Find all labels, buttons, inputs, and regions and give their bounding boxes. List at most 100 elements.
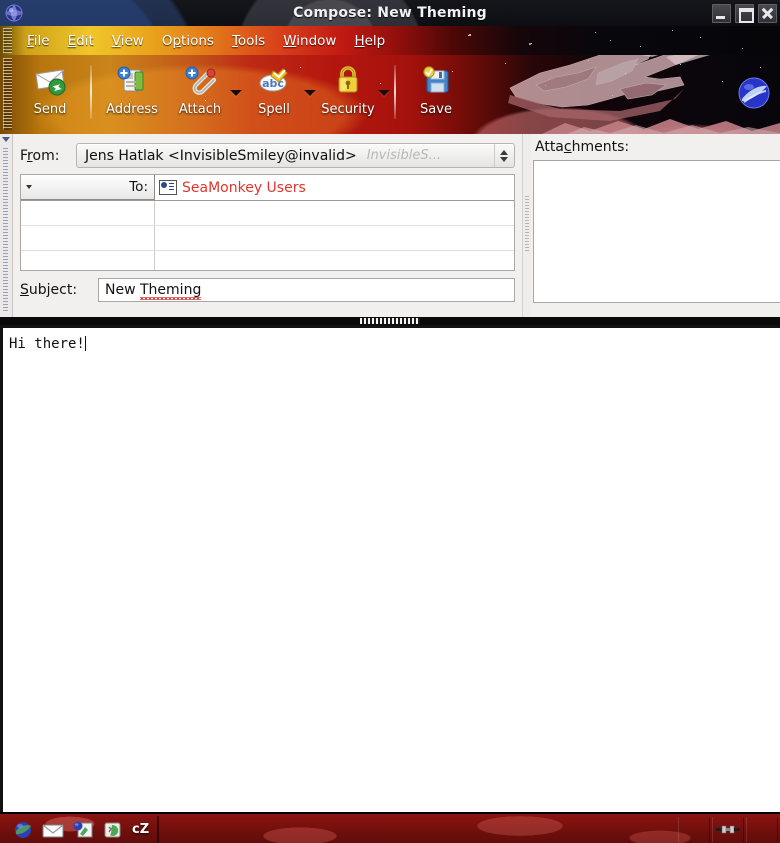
menu-label-options-rest: tions (181, 32, 214, 49)
menu-item-edit[interactable]: Edit (59, 31, 103, 51)
menu-item-help[interactable]: Help (345, 31, 394, 51)
recipient-value-1[interactable]: SeaMonkey Users (155, 175, 514, 200)
menu-item-view[interactable]: View (103, 31, 153, 51)
chevron-down-icon (26, 185, 32, 189)
recipient-type-selector-4[interactable] (21, 251, 155, 270)
taskbar-launchers: cZ (6, 816, 160, 843)
close-button[interactable] (758, 4, 777, 23)
subject-misspelled-word: Theming (140, 282, 202, 298)
recipient-row-2[interactable] (21, 201, 514, 226)
menu-item-list: File Edit View Options Tools Window Help (18, 26, 394, 55)
menu-item-window[interactable]: Window (274, 31, 345, 51)
spell-abc-icon: abc (259, 68, 288, 92)
toolbar-buttons: Send Address Attach abc Spell Security S… (16, 57, 470, 131)
message-body-text: Hi there! (9, 336, 85, 352)
text-caret (84, 336, 86, 351)
grippy-dots (3, 148, 8, 313)
chatzilla-icon[interactable] (102, 820, 124, 840)
mail-envelope-icon[interactable] (42, 820, 64, 840)
network-plug-icon (716, 825, 740, 834)
padlock-icon (338, 66, 358, 93)
recipient-row-1[interactable]: To: SeaMonkey Users (21, 175, 514, 201)
spell-button[interactable]: abc Spell (240, 57, 308, 129)
compose-toolbar: Send Address Attach abc Spell Security S… (0, 55, 780, 134)
toolbar-grippy[interactable] (3, 58, 12, 130)
menu-item-options[interactable]: Options (153, 31, 223, 51)
address-book-icon (117, 66, 144, 92)
recipient-type-label-1: To: (129, 179, 148, 195)
attach-button-label: Attach (178, 102, 222, 117)
recipient-type-selector-2[interactable] (21, 201, 155, 225)
recipient-type-selector-1[interactable]: To: (21, 175, 155, 200)
window-title: Compose: New Theming (293, 5, 487, 21)
attachments-pane: Attachments: (522, 134, 780, 317)
globe-blue-icon[interactable] (12, 820, 34, 840)
identity-spinner[interactable] (494, 144, 512, 167)
spell-button-label: Spell (258, 102, 290, 117)
collapse-triangle-icon (2, 137, 10, 142)
send-button[interactable]: Send (16, 57, 84, 129)
attach-button[interactable]: Attach (166, 57, 234, 129)
from-row: From: Jens Hatlak <InvisibleSmiley@inval… (20, 142, 515, 169)
recipient-name-1: SeaMonkey Users (182, 179, 306, 196)
minimize-button[interactable] (712, 4, 731, 23)
tray-cell-empty-2[interactable] (746, 817, 778, 842)
tray-cell-network[interactable] (712, 817, 744, 842)
save-button[interactable]: Save (402, 57, 470, 129)
body-splitter[interactable] (0, 317, 780, 325)
subject-row: Subject: New Theming (20, 277, 515, 303)
compose-window: Compose: New Theming File Edit View Opti… (0, 0, 780, 843)
maximize-button[interactable] (735, 4, 754, 23)
composer-icon[interactable] (72, 820, 94, 840)
save-button-label: Save (420, 102, 452, 117)
from-value: Jens Hatlak <InvisibleSmiley@invalid> (85, 147, 357, 164)
subject-field[interactable]: New Theming (98, 278, 515, 302)
desktop-taskbar: cZ (0, 812, 780, 843)
menu-label-tools-rest: ools (237, 32, 266, 49)
subject-value: New Theming (105, 282, 202, 298)
recipient-row-4[interactable] (21, 251, 514, 270)
from-field[interactable]: Jens Hatlak <InvisibleSmiley@invalid> In… (76, 143, 515, 168)
menu-label-window-rest: indow (296, 32, 337, 49)
taskbar-task-label[interactable]: cZ (132, 822, 149, 837)
attachments-label: Attachments: (535, 139, 630, 155)
menu-label-help-rest: elp (364, 32, 386, 49)
message-body-editor[interactable]: Hi there! (3, 328, 780, 812)
attachments-splitter-dots (525, 196, 529, 252)
menubar-grippy[interactable] (3, 28, 12, 53)
recipient-value-3[interactable] (155, 226, 514, 250)
recipient-value-2[interactable] (155, 201, 514, 225)
security-dropdown-arrow[interactable] (376, 57, 392, 129)
menu-item-tools[interactable]: Tools (223, 31, 274, 51)
attachments-splitter[interactable] (523, 134, 531, 317)
subject-label: Subject: (20, 282, 78, 298)
recipient-value-4[interactable] (155, 251, 514, 270)
security-button[interactable]: Security (314, 57, 382, 129)
attachments-list[interactable] (533, 160, 780, 303)
menu-label-view-rest: iew (120, 32, 144, 49)
address-button[interactable]: Address (98, 57, 166, 129)
send-envelope-icon (35, 69, 66, 96)
seamonkey-throbber-icon[interactable] (734, 73, 774, 113)
paperclip-icon (185, 66, 217, 95)
window-controls (712, 4, 777, 23)
title-bar: Compose: New Theming (0, 0, 780, 26)
menu-label-file-rest: ile (33, 32, 50, 49)
menu-item-file[interactable]: File (18, 31, 59, 51)
from-identity-ghost: InvisibleS... (366, 148, 441, 163)
floppy-save-icon (423, 66, 449, 93)
send-button-label: Send (33, 102, 67, 117)
recipient-row-3[interactable] (21, 226, 514, 251)
menu-label-edit-rest: dit (76, 32, 94, 49)
crystal-base-artwork (542, 119, 780, 134)
compose-fields: From: Jens Hatlak <InvisibleSmiley@inval… (12, 134, 520, 317)
message-body-wrapper: Hi there! (0, 325, 780, 812)
toolbar-separator-2 (394, 65, 396, 119)
menu-bar: File Edit View Options Tools Window Help (0, 26, 780, 55)
recipient-type-selector-3[interactable] (21, 226, 155, 250)
body-splitter-grippy[interactable] (360, 318, 420, 324)
system-tray (678, 817, 778, 842)
contact-card-icon (159, 180, 177, 195)
recipient-grid: To: SeaMonkey Users (20, 174, 515, 271)
tray-cell-empty-1[interactable] (678, 817, 710, 842)
